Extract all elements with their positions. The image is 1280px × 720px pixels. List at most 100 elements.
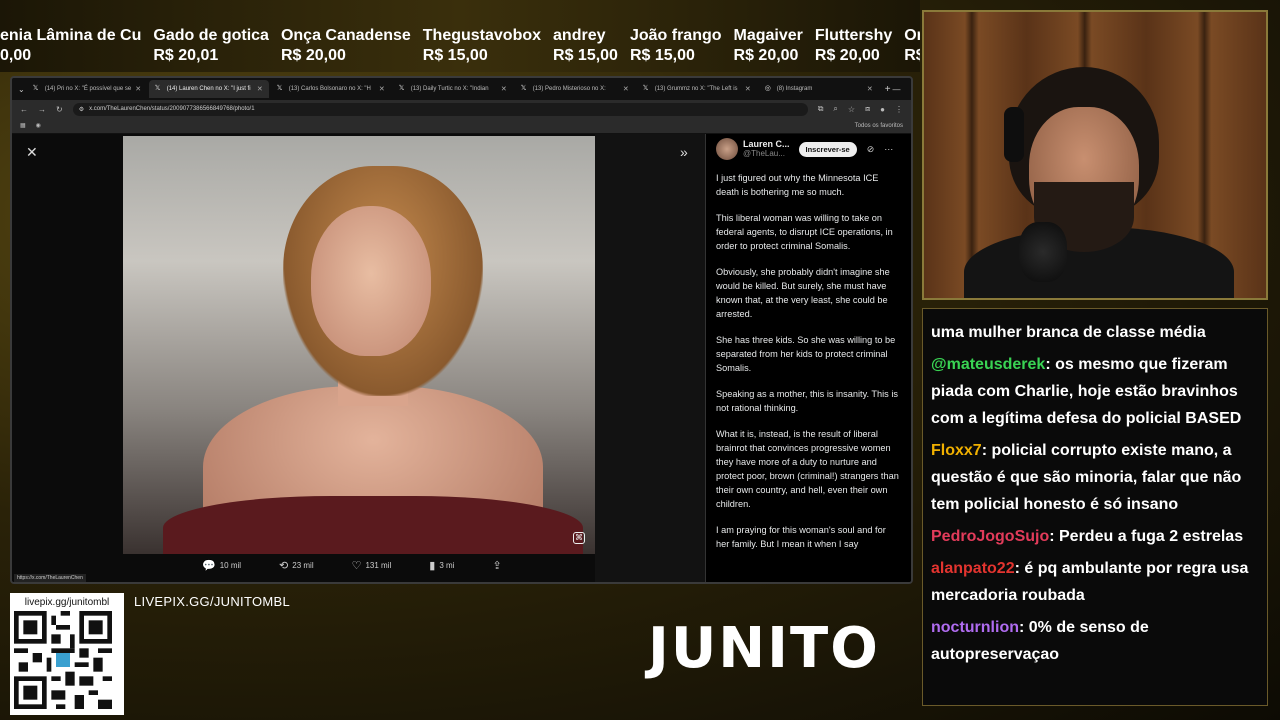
chat-text: uma mulher branca de classe média	[931, 324, 1206, 341]
tab-strip: ⌄ 𝕏 (14) Pri no X: "É possível que se ✕ 𝕏 (1…	[12, 78, 911, 100]
bar-chart-icon: ▮	[429, 560, 436, 572]
ticker-item: Magaiver R$ 20,00	[734, 26, 815, 72]
browser-tab[interactable]: 𝕏 (13) Grummz no X: "The Left is ✕	[637, 80, 757, 98]
browser-window: ⌄ 𝕏 (14) Pri no X: "É possível que se ✕ 𝕏 (1…	[10, 76, 913, 584]
ticker-item: Onça Canadense R$ 20,00	[281, 26, 423, 72]
heart-icon: ♡	[351, 560, 362, 572]
instagram-icon: ◎	[764, 85, 771, 92]
chat-username[interactable]: Floxx7	[931, 442, 982, 459]
chat-message: alanpato22: é pq ambulante por regra usa…	[931, 555, 1259, 609]
forward-icon[interactable]: →	[38, 105, 46, 114]
author-handle[interactable]: @TheLau...	[743, 149, 790, 159]
post-paragraph: What it is, instead, is the result of li…	[716, 429, 899, 509]
ticker-donor-name: Thegustavobox	[422, 27, 542, 44]
close-tab-icon[interactable]: ✕	[257, 85, 263, 93]
chat-username[interactable]: alanpato22	[931, 560, 1015, 577]
qr-label: livepix.gg/junitombl	[24, 597, 110, 608]
ticker-donor-name: andrey	[553, 27, 606, 44]
views-button[interactable]: ▮ 3 mi	[429, 559, 454, 572]
profile-icon[interactable]: ●	[880, 105, 885, 114]
image-alt-icon[interactable]: ⌘	[573, 532, 585, 544]
repost-button[interactable]: ⟲ 23 mil	[279, 559, 314, 572]
chat-username[interactable]: nocturnlion	[931, 619, 1019, 636]
bookmark-star-icon[interactable]: ☆	[848, 105, 855, 114]
photo-dress	[163, 496, 583, 554]
ticker-item: Thegustavobox R$ 15,00	[423, 26, 553, 72]
tab-label: (13) Daily Turtic no X: "Indian	[410, 86, 489, 92]
back-icon[interactable]: ←	[20, 105, 28, 114]
repost-icon: ⟲	[279, 560, 289, 572]
chat-username[interactable]: @mateusderek	[931, 356, 1045, 373]
browser-tab[interactable]: ◎ (8) Instagram ✕	[759, 80, 879, 98]
install-icon[interactable]: ⧉	[818, 104, 824, 114]
close-tab-icon[interactable]: ✕	[867, 85, 873, 93]
dimmed-timeline	[595, 134, 705, 582]
ticker-item: andrey R$ 15,00	[553, 26, 630, 72]
browser-tab[interactable]: 𝕏 (14) Lauren Chen no X: "I just fi ✕	[148, 80, 269, 98]
status-bar-url: https://x.com/TheLaurenChen	[14, 574, 86, 582]
like-button[interactable]: ♡ 131 mil	[352, 559, 392, 572]
extensions-icon[interactable]: ⧈	[865, 104, 870, 114]
reply-button[interactable]: 💬 10 mil	[202, 559, 241, 572]
browser-tab[interactable]: 𝕏 (13) Carlos Bolsonaro no X: "H ✕	[271, 80, 391, 98]
chat-message: Floxx7: policial corrupto existe mano, a…	[931, 437, 1259, 518]
grok-icon[interactable]: ⊘	[867, 144, 875, 155]
browser-toolbar: ← → ↻ ⚙ x.com/TheLaurenChen/status/20090…	[12, 100, 911, 118]
subscribe-button[interactable]: Inscrever-se	[798, 141, 857, 157]
chat-username[interactable]: PedroJogoSujo	[931, 528, 1049, 545]
close-tab-icon[interactable]: ✕	[135, 85, 141, 93]
menu-icon[interactable]: ⋮	[895, 105, 903, 114]
ticker-donor-name: enia Lâmina de Cu	[0, 27, 142, 44]
minimize-icon[interactable]: —	[893, 85, 901, 94]
browser-tab[interactable]: 𝕏 (13) Daily Turtic no X: "Indian ✕	[393, 80, 513, 98]
chat-message: uma mulher branca de classe média	[931, 319, 1259, 346]
ticker-donor-name: Gado de gotica	[153, 27, 269, 44]
ticker-donor-name: Magaiver	[733, 27, 803, 44]
ticker-donor-name: Onça Canadense	[280, 27, 411, 44]
ticker-donation-amount: R$ 15,00	[553, 47, 618, 64]
page-viewport: ✕ ⌘ » 💬 10 mil ⟲ 23 mil ♡ 131 mil ▮ 3 mi ⇪ L…	[12, 134, 911, 582]
author-avatar[interactable]	[716, 138, 738, 160]
expand-panel-icon[interactable]: »	[680, 144, 688, 160]
bookmark-globe-icon[interactable]: ◉	[36, 122, 41, 129]
all-bookmarks-link[interactable]: Todos os favoritos	[855, 123, 903, 129]
chat-text: : Perdeu a fuga 2 estrelas	[1049, 528, 1244, 545]
chat-message: nocturnlion: 0% de senso de autopreserva…	[931, 614, 1259, 668]
close-tab-icon[interactable]: ✕	[745, 85, 751, 93]
close-tab-icon[interactable]: ✕	[623, 85, 629, 93]
ticker-donor-name: João frango	[629, 27, 722, 44]
apps-icon[interactable]: ▦	[20, 122, 26, 129]
close-tab-icon[interactable]: ✕	[379, 85, 385, 93]
tab-label: (13) Grummz no X: "The Left is	[654, 86, 738, 92]
browser-tab[interactable]: 𝕏 (13) Pedro Misterioso no X: ✕	[515, 80, 635, 98]
ticker-donation-amount: 0,00	[0, 47, 32, 64]
new-tab-button[interactable]: +	[885, 84, 891, 95]
author-name[interactable]: Lauren C...	[743, 139, 790, 149]
tab-search-icon[interactable]: ⌄	[18, 85, 25, 94]
ticker-donation-amount: R$ 15,00	[422, 47, 488, 64]
photo-face	[311, 206, 431, 356]
repost-count: 23 mil	[292, 561, 314, 570]
chat-panel: uma mulher branca de classe média @mateus…	[922, 308, 1268, 706]
ticker-item: Fluttershy R$ 20,00	[815, 26, 904, 72]
ticker-donation-amount: R$ 20,00	[814, 47, 880, 64]
post-paragraph: Obviously, she probably didn't imagine s…	[716, 267, 890, 319]
close-media-icon[interactable]: ✕	[26, 144, 38, 161]
address-bar[interactable]: ⚙ x.com/TheLaurenChen/status/20090773865…	[72, 102, 808, 116]
post-paragraph: I just figured out why the Minnesota ICE…	[716, 173, 879, 197]
ticker-item: Gado de gotica R$ 20,01	[153, 26, 281, 72]
post-photo[interactable]: ⌘	[123, 136, 595, 554]
zoom-icon[interactable]: ⌕	[833, 104, 837, 114]
ticker-donor-name: Onça Ca	[904, 27, 920, 44]
browser-tab[interactable]: 𝕏 (14) Pri no X: "É possível que se ✕	[27, 80, 147, 98]
chat-message: PedroJogoSujo: Perdeu a fuga 2 estrelas	[931, 523, 1259, 550]
close-tab-icon[interactable]: ✕	[501, 85, 507, 93]
reply-icon: 💬	[202, 560, 216, 572]
more-options-icon[interactable]: ⋯	[884, 144, 893, 155]
share-button[interactable]: ⇪	[492, 559, 501, 572]
site-info-icon[interactable]: ⚙	[79, 106, 84, 113]
reload-icon[interactable]: ↻	[56, 105, 63, 114]
url-text: x.com/TheLaurenChen/status/2009077386566…	[89, 106, 255, 112]
tab-label: (14) Lauren Chen no X: "I just fi	[166, 86, 251, 92]
channel-brand-logo: JUNITO	[648, 616, 880, 681]
